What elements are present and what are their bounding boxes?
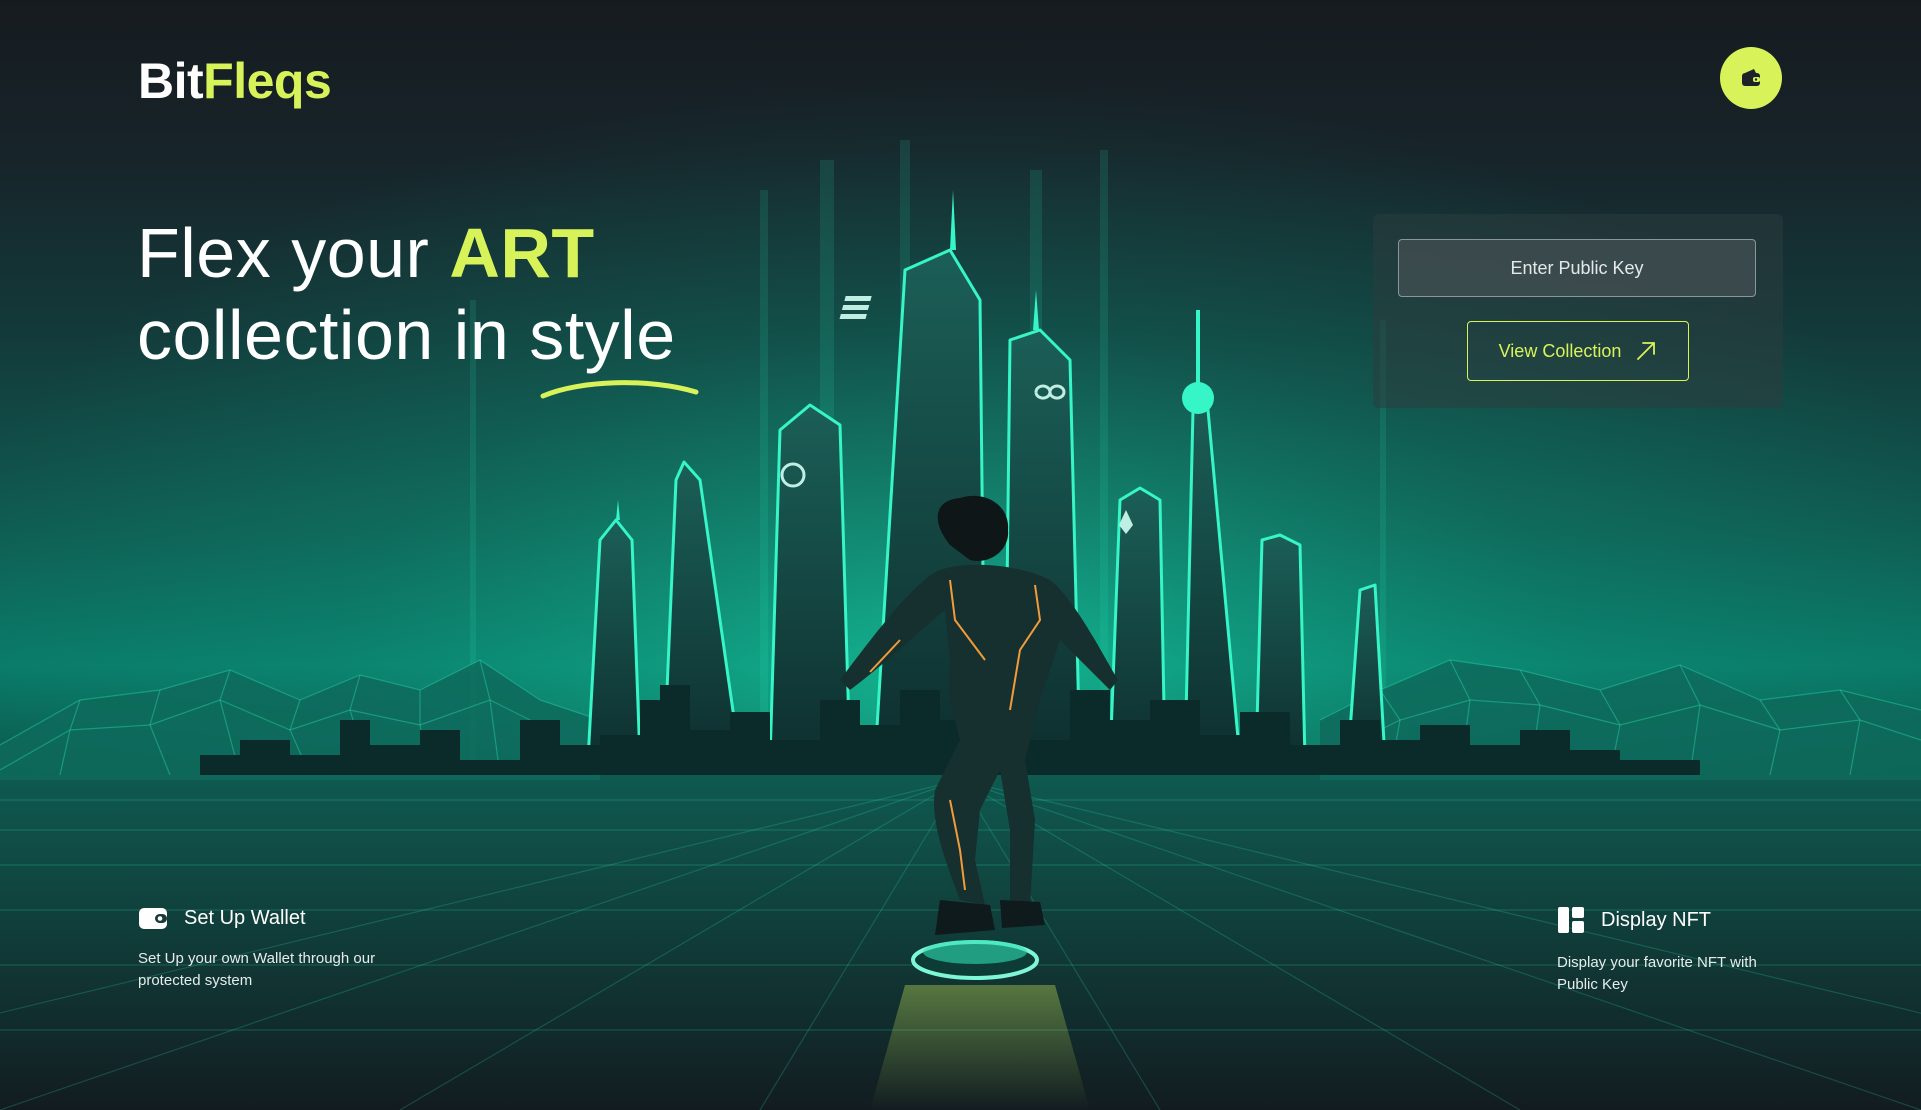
feature-setup-wallet: Set Up Wallet Set Up your own Wallet thr…	[138, 906, 378, 992]
feature-title: Display NFT	[1601, 908, 1712, 931]
view-collection-button[interactable]: View Collection	[1467, 321, 1689, 381]
layout-grid-icon	[1558, 907, 1584, 933]
feature-title: Set Up Wallet	[184, 906, 306, 929]
hero-line1-text: Flex your	[137, 214, 450, 292]
feature-display-nft: Display NFT Display your favorite NFT wi…	[1557, 906, 1797, 996]
hero-line2-text: collection in style	[137, 296, 676, 374]
hero-headline: Flex your ART collection in style	[137, 212, 676, 376]
public-key-input[interactable]	[1398, 239, 1756, 297]
brand-name-primary: Bit	[138, 53, 204, 109]
feature-description: Display your favorite NFT with Public Ke…	[1557, 954, 1757, 993]
view-collection-panel: View Collection	[1373, 214, 1783, 408]
feature-description: Set Up your own Wallet through our prote…	[138, 950, 376, 989]
brand-name-accent: Fleqs	[203, 53, 332, 109]
landing-page: BitFleqs Flex your ART collection in sty…	[0, 0, 1921, 1110]
hero-accent-word: ART	[449, 214, 595, 292]
wallet-icon	[139, 908, 167, 929]
wallet-icon	[1742, 69, 1760, 86]
view-collection-label: View Collection	[1498, 340, 1622, 361]
headline-underline	[540, 380, 699, 399]
wallet-button[interactable]	[1720, 47, 1782, 109]
brand-logo[interactable]: BitFleqs	[138, 52, 332, 110]
arrow-up-right-icon	[1637, 342, 1656, 360]
